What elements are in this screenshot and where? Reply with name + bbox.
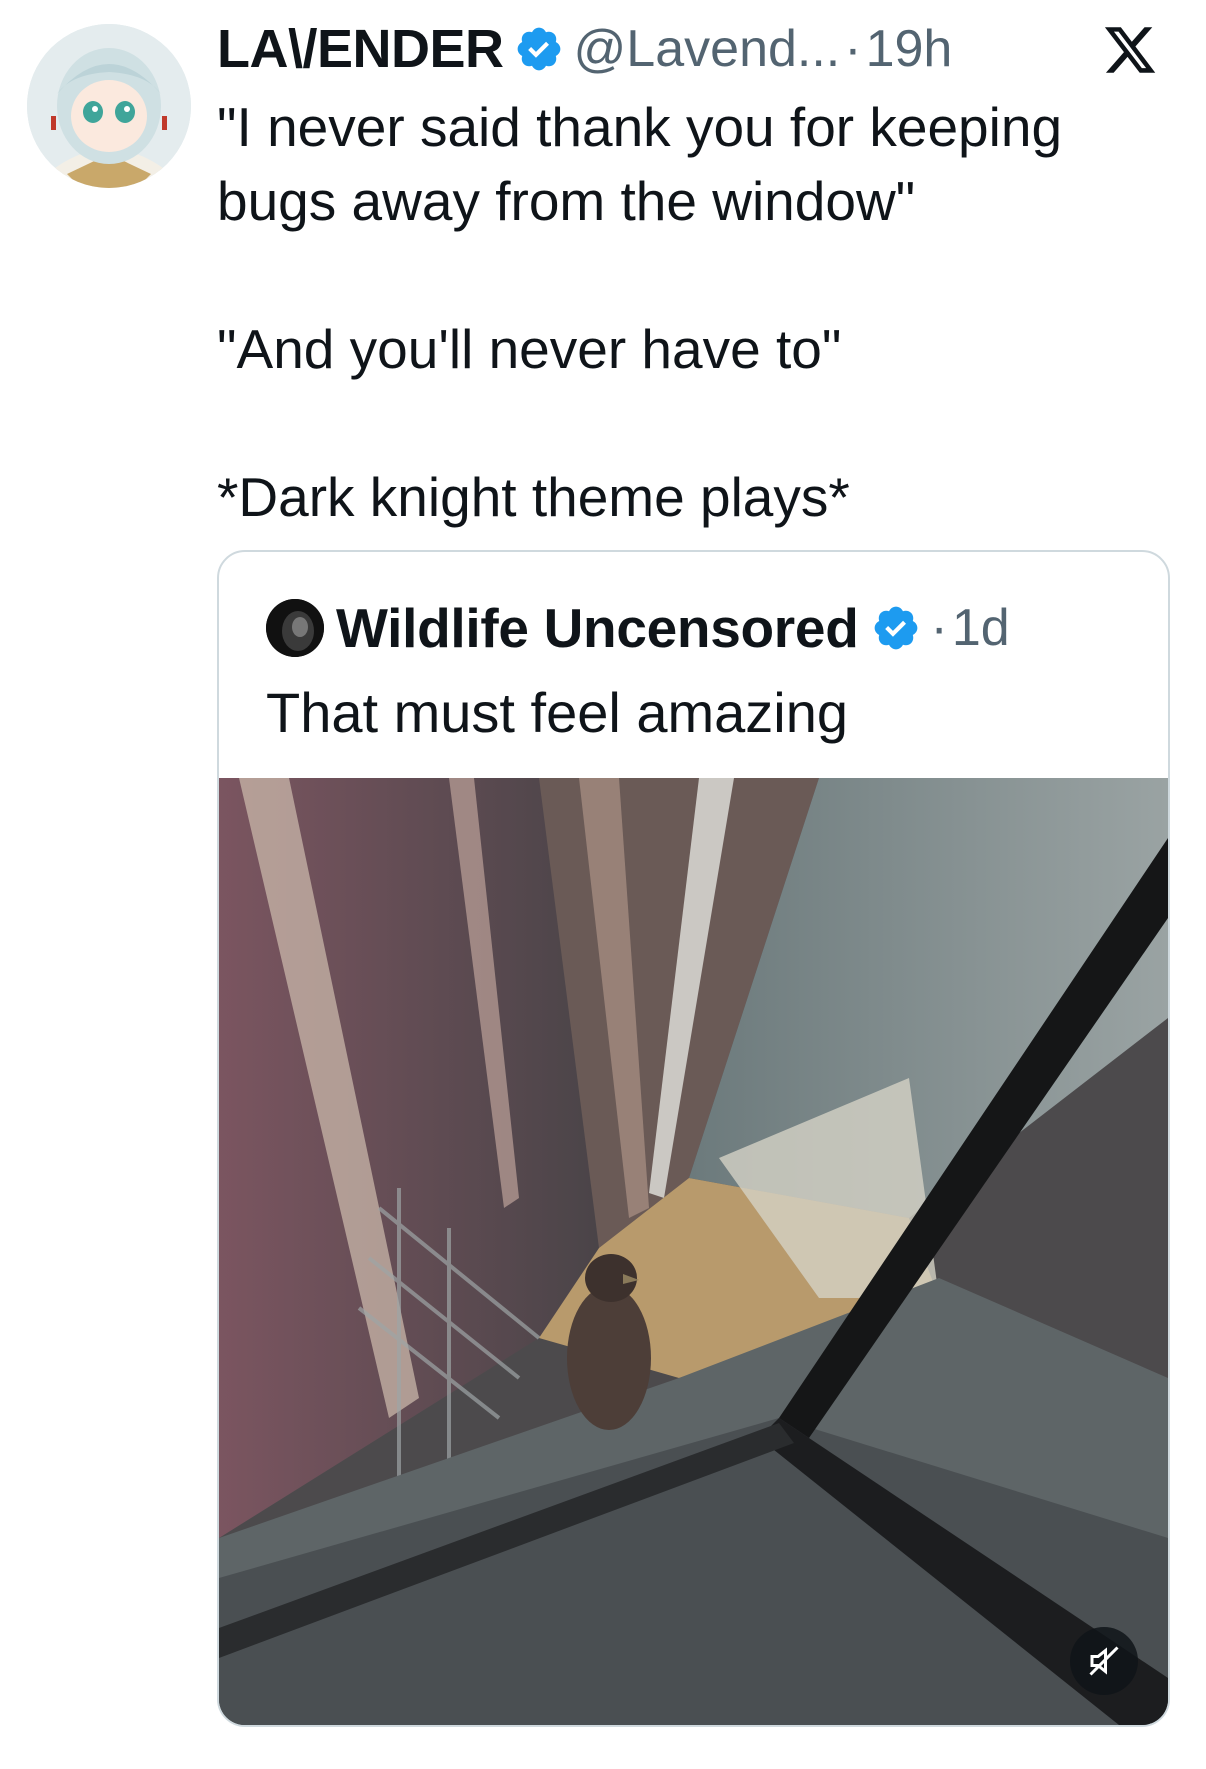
x-logo-icon[interactable] [1102,22,1158,78]
avatar[interactable] [27,24,191,188]
avatar-image [27,24,191,188]
verified-badge-icon [514,24,564,74]
quoted-tweet[interactable]: Wildlife Uncensored · 1d That must feel … [217,550,1170,1727]
tweet-header: LA\/ENDER @Lavend... · 19h [217,14,952,84]
quoted-timestamp[interactable]: 1d [952,598,1010,658]
video-player[interactable] [219,778,1168,1725]
video-frame [219,778,1168,1725]
tweet-text: "I never said thank you for keeping bugs… [217,96,1063,528]
verified-badge-icon [871,603,921,653]
display-name[interactable]: LA\/ENDER [217,18,504,80]
separator-dot: · [844,20,862,78]
quoted-display-name[interactable]: Wildlife Uncensored [336,596,859,660]
quoted-tweet-header: Wildlife Uncensored · 1d [266,596,1010,660]
handle[interactable]: @Lavend... [574,19,841,79]
quoted-tweet-text: That must feel amazing [266,681,849,744]
quoted-avatar[interactable] [266,599,324,657]
muted-speaker-icon[interactable] [1070,1627,1138,1695]
timestamp[interactable]: 19h [866,19,953,79]
separator-dot: · [930,599,948,657]
